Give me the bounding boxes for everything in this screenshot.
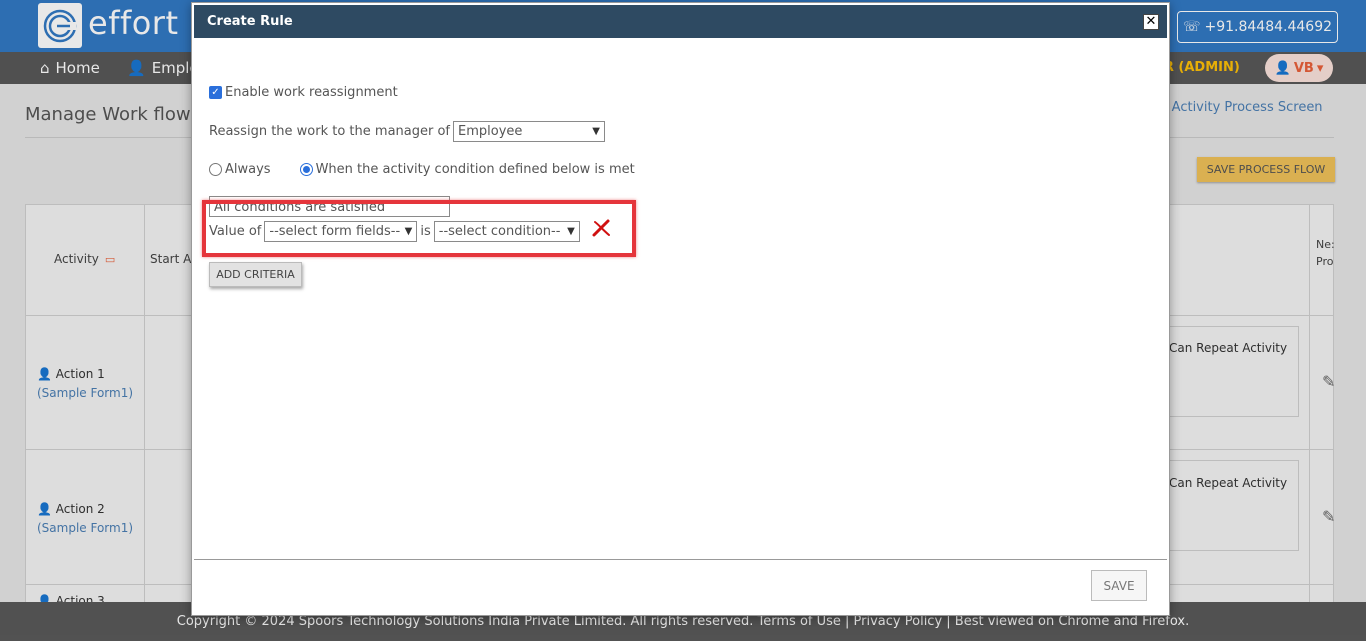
save-button[interactable]: SAVE xyxy=(1091,570,1147,601)
add-criteria-button[interactable]: ADD CRITERIA xyxy=(209,262,302,287)
radio-condition-label: When the activity condition defined belo… xyxy=(315,162,635,177)
reassign-row: Reassign the work to the manager of Empl… xyxy=(209,121,605,142)
modal-footer-divider xyxy=(194,559,1167,560)
close-icon[interactable]: ✕ xyxy=(1143,14,1159,30)
radio-always[interactable] xyxy=(209,163,222,176)
enable-reassignment-label: Enable work reassignment xyxy=(225,85,398,100)
reassign-label: Reassign the work to the manager of xyxy=(209,124,450,139)
highlight-box xyxy=(202,200,636,257)
chevron-down-icon: ▼ xyxy=(592,126,600,137)
reassign-manager-select[interactable]: Employee ▼ xyxy=(453,121,605,142)
create-rule-modal: Create Rule ✕ ✓ Enable work reassignment… xyxy=(191,2,1170,616)
radio-always-label: Always xyxy=(225,162,271,177)
radio-condition[interactable] xyxy=(299,163,313,176)
modal-title: Create Rule xyxy=(207,14,293,29)
modal-header: Create Rule ✕ xyxy=(194,5,1167,38)
enable-reassignment-row: ✓ Enable work reassignment xyxy=(209,85,398,100)
reassign-manager-value: Employee xyxy=(458,124,523,139)
rule-type-radio-group: Always When the activity condition defin… xyxy=(209,162,635,177)
enable-reassignment-checkbox[interactable]: ✓ xyxy=(209,86,222,99)
